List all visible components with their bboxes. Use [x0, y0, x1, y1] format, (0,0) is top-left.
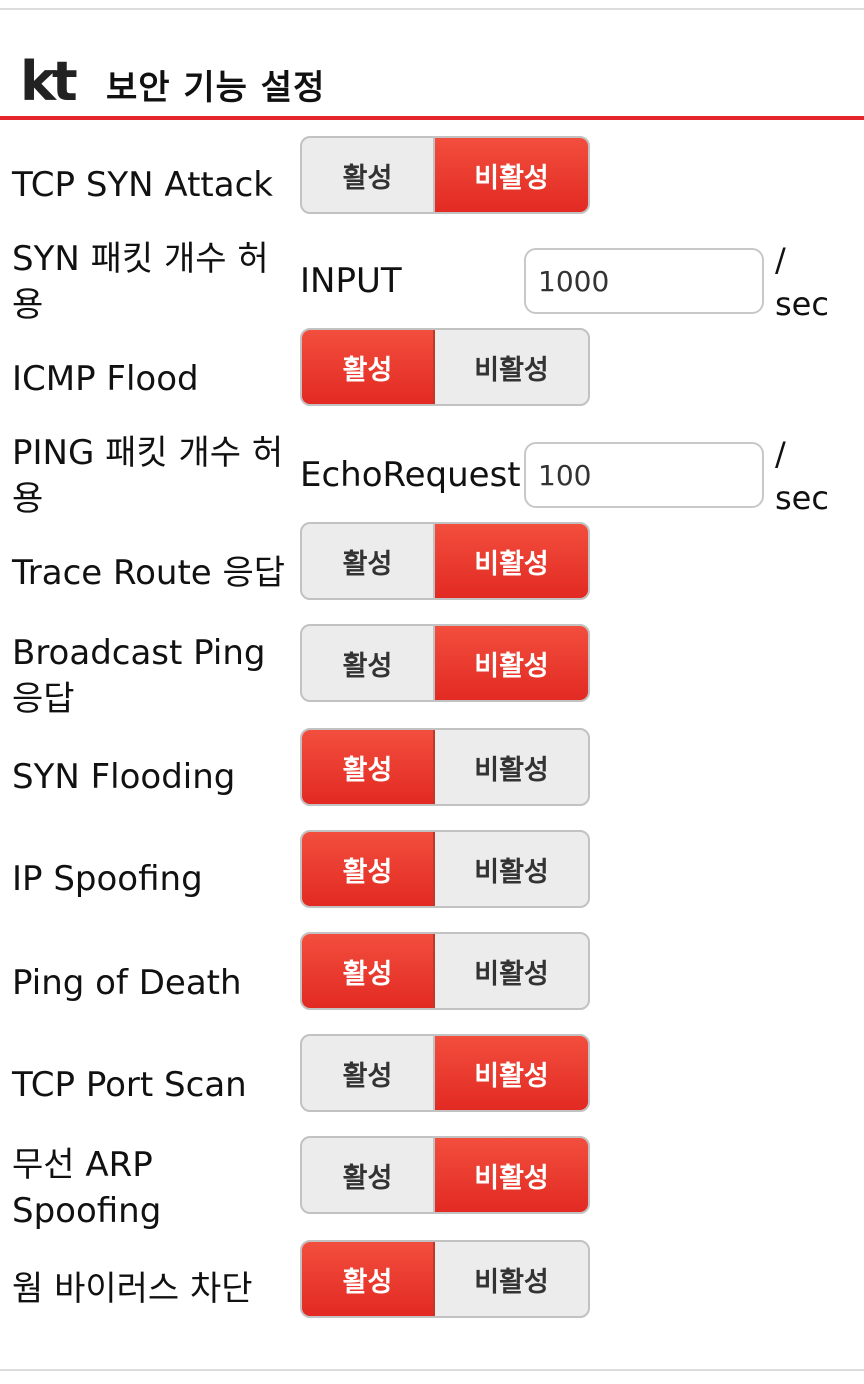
- enable-option[interactable]: 활성: [302, 138, 435, 212]
- input-type-text: EchoRequest: [300, 455, 521, 495]
- enable-option[interactable]: 활성: [302, 832, 435, 906]
- rate-unit: / sec: [775, 241, 829, 323]
- kt-logo: kt: [20, 54, 80, 106]
- row-ip-spoofing: IP Spoofing 활성 비활성: [0, 828, 864, 918]
- syn-limit-input[interactable]: [524, 248, 764, 314]
- row-worm-virus-block: 웜 바이러스 차단 활성 비활성: [0, 1238, 864, 1328]
- toggle-worm-virus-block[interactable]: 활성 비활성: [300, 1240, 590, 1318]
- enable-option[interactable]: 활성: [302, 1242, 435, 1316]
- row-ping-of-death: Ping of Death 활성 비활성: [0, 930, 864, 1020]
- toggle-broadcast-ping[interactable]: 활성 비활성: [300, 624, 590, 702]
- disable-option[interactable]: 비활성: [435, 524, 588, 598]
- disable-option[interactable]: 비활성: [435, 934, 588, 1008]
- toggle-tcp-port-scan[interactable]: 활성 비활성: [300, 1034, 590, 1112]
- enable-option[interactable]: 활성: [302, 524, 435, 598]
- setting-label: 웜 바이러스 차단: [12, 1269, 253, 1309]
- input-type-text: INPUT: [300, 261, 402, 301]
- setting-label: IP Spoofing: [12, 859, 203, 899]
- enable-option[interactable]: 활성: [302, 730, 435, 804]
- svg-text:kt: kt: [20, 54, 77, 106]
- setting-label: 무선 ARP Spoofing: [12, 1145, 162, 1231]
- row-ping-packet-limit: PING 패킷 개수 허용 EchoRequest / sec: [0, 430, 864, 522]
- page-title: 보안 기능 설정: [106, 68, 326, 108]
- disable-option[interactable]: 비활성: [435, 1242, 588, 1316]
- setting-label: SYN 패킷 개수 허용: [12, 239, 269, 325]
- rate-unit: / sec: [775, 435, 829, 517]
- disable-option[interactable]: 비활성: [435, 832, 588, 906]
- setting-label: Broadcast Ping 응답: [12, 633, 266, 719]
- disable-option[interactable]: 비활성: [435, 1036, 588, 1110]
- setting-label: Ping of Death: [12, 963, 242, 1003]
- ping-limit-input[interactable]: [524, 442, 764, 508]
- disable-option[interactable]: 비활성: [435, 626, 588, 700]
- row-icmp-flood: ICMP Flood 활성 비활성: [0, 326, 864, 416]
- toggle-syn-flooding[interactable]: 활성 비활성: [300, 728, 590, 806]
- toggle-tcp-syn-attack[interactable]: 활성 비활성: [300, 136, 590, 214]
- row-trace-route: Trace Route 응답 활성 비활성: [0, 520, 864, 610]
- row-wireless-arp-spoofing: 무선 ARP Spoofing 활성 비활성: [0, 1136, 864, 1232]
- setting-label: ICMP Flood: [12, 359, 199, 399]
- toggle-ping-of-death[interactable]: 활성 비활성: [300, 932, 590, 1010]
- toggle-ip-spoofing[interactable]: 활성 비활성: [300, 830, 590, 908]
- enable-option[interactable]: 활성: [302, 1036, 435, 1110]
- disable-option[interactable]: 비활성: [435, 730, 588, 804]
- disable-option[interactable]: 비활성: [435, 1138, 588, 1212]
- row-tcp-port-scan: TCP Port Scan 활성 비활성: [0, 1032, 864, 1122]
- bottom-divider: [0, 1369, 864, 1371]
- row-broadcast-ping: Broadcast Ping 응답 활성 비활성: [0, 622, 864, 719]
- header-accent-rule: [0, 116, 864, 120]
- row-syn-packet-limit: SYN 패킷 개수 허용 INPUT / sec: [0, 236, 864, 328]
- setting-label: SYN Flooding: [12, 757, 236, 797]
- setting-label: TCP SYN Attack: [12, 165, 273, 205]
- enable-option[interactable]: 활성: [302, 330, 435, 404]
- enable-option[interactable]: 활성: [302, 1138, 435, 1212]
- setting-label: TCP Port Scan: [12, 1065, 247, 1105]
- toggle-wireless-arp-spoofing[interactable]: 활성 비활성: [300, 1136, 590, 1214]
- toggle-trace-route[interactable]: 활성 비활성: [300, 522, 590, 600]
- toggle-icmp-flood[interactable]: 활성 비활성: [300, 328, 590, 406]
- enable-option[interactable]: 활성: [302, 626, 435, 700]
- setting-label: Trace Route 응답: [12, 553, 286, 593]
- page-header: kt 보안 기능 설정: [0, 10, 864, 118]
- row-tcp-syn-attack: TCP SYN Attack 활성 비활성: [0, 132, 864, 222]
- disable-option[interactable]: 비활성: [435, 330, 588, 404]
- enable-option[interactable]: 활성: [302, 934, 435, 1008]
- disable-option[interactable]: 비활성: [435, 138, 588, 212]
- row-syn-flooding: SYN Flooding 활성 비활성: [0, 726, 864, 816]
- setting-label: PING 패킷 개수 허용: [12, 433, 284, 519]
